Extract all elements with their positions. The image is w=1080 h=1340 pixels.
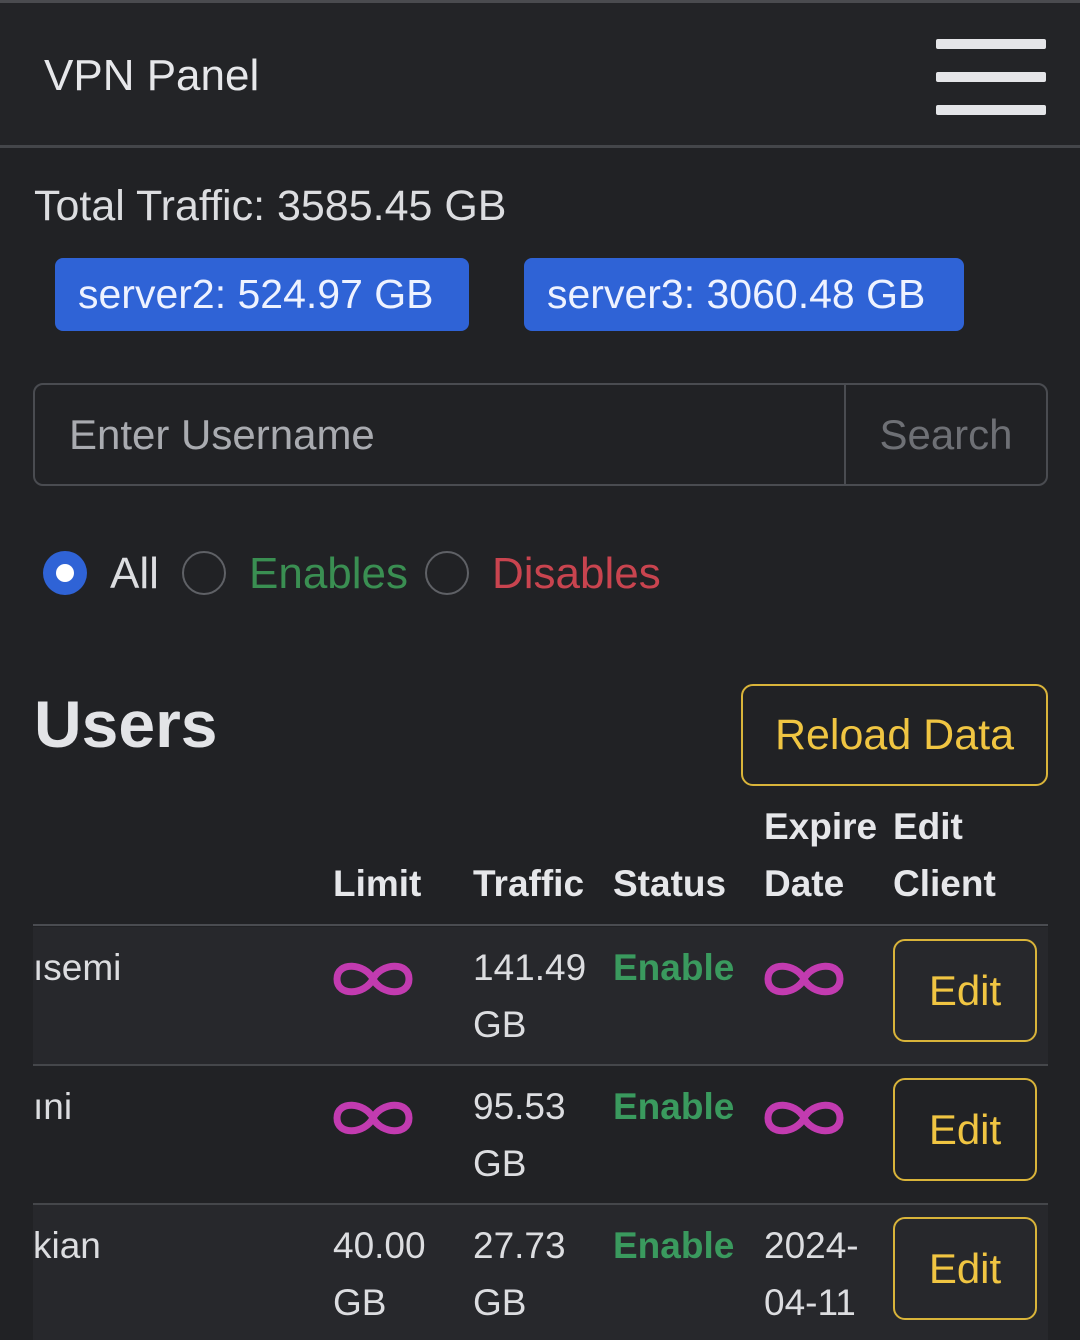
expire-date-cell: 2024- 04-11	[764, 1225, 859, 1323]
search-group: Search	[33, 383, 1048, 486]
filter-disables-label[interactable]: Disables	[492, 549, 661, 599]
table-header-divider	[33, 924, 1048, 926]
limit-cell: 40.00 GB	[333, 1225, 426, 1323]
edit-client-button[interactable]: Edit	[893, 939, 1037, 1042]
navbar: VPN Panel	[0, 0, 1080, 148]
filter-all-radio[interactable]	[43, 551, 87, 595]
search-button[interactable]: Search	[844, 385, 1046, 484]
column-header-traffic: Traffic	[473, 863, 585, 904]
username-cell: ısemi	[33, 947, 122, 988]
server3-traffic-badge: server3: 3060.48 GB	[524, 258, 964, 331]
traffic-cell: 141.49 GB	[473, 947, 587, 1045]
traffic-cell: 27.73 GB	[473, 1225, 566, 1323]
table-row: kian 40.00 GB 27.73 GB Enable 2024- 04-11 E…	[33, 1205, 1048, 1340]
column-header-limit: Limit	[333, 863, 422, 904]
infinity-icon	[764, 962, 844, 996]
username-cell: kian	[33, 1225, 101, 1266]
table-row: ıni 95.53 GB Enable Edit	[33, 1066, 1048, 1205]
column-header-edit-client: Edit Client	[893, 806, 996, 904]
infinity-icon	[333, 962, 413, 996]
server2-traffic-badge: server2: 524.97 GB	[55, 258, 469, 331]
edit-client-button[interactable]: Edit	[893, 1217, 1037, 1320]
column-header-expire-date: Expire Date	[764, 806, 878, 904]
status-cell: Enable	[613, 1086, 735, 1127]
total-traffic: Total Traffic: 3585.45 GB	[34, 182, 507, 230]
table-row: ısemi 141.49 GB Enable Edit	[33, 927, 1048, 1066]
column-header-status: Status	[613, 863, 727, 904]
brand-title[interactable]: VPN Panel	[44, 51, 259, 101]
edit-client-button[interactable]: Edit	[893, 1078, 1037, 1181]
status-cell: Enable	[613, 947, 735, 988]
username-cell: ıni	[33, 1086, 73, 1127]
filter-all-label[interactable]: All	[110, 549, 159, 599]
infinity-icon	[333, 1101, 413, 1135]
reload-data-button[interactable]: Reload Data	[741, 684, 1048, 786]
infinity-icon	[764, 1101, 844, 1135]
filter-enables-radio[interactable]	[182, 551, 226, 595]
status-cell: Enable	[613, 1225, 735, 1266]
filter-enables-label[interactable]: Enables	[249, 549, 408, 599]
hamburger-menu-icon[interactable]	[936, 37, 1046, 117]
filter-disables-radio[interactable]	[425, 551, 469, 595]
traffic-cell: 95.53 GB	[473, 1086, 566, 1184]
users-heading: Users	[34, 687, 218, 761]
username-search-input[interactable]	[35, 385, 844, 484]
